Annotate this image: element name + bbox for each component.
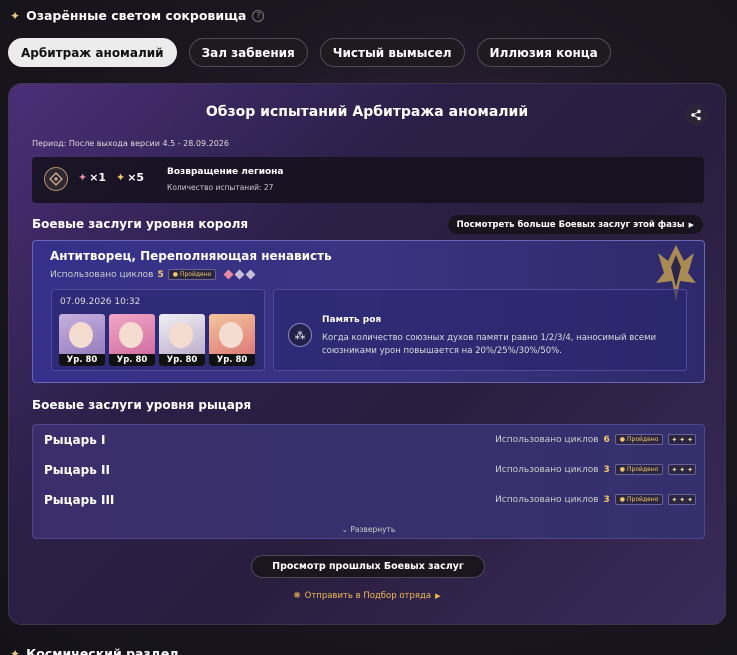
buff-info: ⁂ Память роя Когда количество союзных ду… <box>273 289 687 371</box>
character-avatar[interactable]: Ур. 80 <box>109 314 155 366</box>
star-rating: ✦ ✦ ✦ <box>668 494 696 505</box>
section-header: ✦ Озарённые светом сокровища ? <box>10 8 265 23</box>
crystal-icon: ✦ <box>78 171 88 184</box>
section-title: Озарённые светом сокровища <box>26 8 247 23</box>
character-avatar[interactable]: Ур. 80 <box>59 314 105 366</box>
send-to-team-builder-link[interactable]: ❋ Отправить в Подбор отряда ▶ <box>9 591 725 601</box>
diamond-icon <box>234 269 245 280</box>
clear-date: 07.09.2026 10:32 <box>60 297 141 307</box>
period-text: Период: После выхода версии 4.5 - 28.09.… <box>32 139 229 148</box>
knight-row[interactable]: Рыцарь I Использовано циклов 6 ● Пройдено… <box>33 425 704 454</box>
sparkle-icon: ✦ <box>10 646 21 655</box>
memory-swarm-icon: ⁂ <box>288 323 312 347</box>
share-icon <box>691 109 701 121</box>
star-rating: ✦ ✦ ✦ <box>668 434 696 445</box>
knight-merit-list: Рыцарь I Использовано циклов 6 ● Пройдено… <box>32 424 705 539</box>
check-icon: ● <box>172 271 178 278</box>
more-merits-button[interactable]: Посмотреть больше Боевых заслуг этой фаз… <box>447 215 703 234</box>
tab-apocalyptic-shadow[interactable]: Иллюзия конца <box>476 38 611 67</box>
star-icon: ✦ <box>116 171 126 184</box>
team-icon: ❋ <box>293 591 301 601</box>
team-lineup: 07.09.2026 10:32 Ур. 80 Ур. 80 Ур. 80 Ур… <box>51 289 265 371</box>
check-icon: ● <box>619 436 626 443</box>
boss-name: Антитворец, Переполняющая ненависть <box>50 249 332 263</box>
passed-badge: ● Пройдено <box>614 494 664 505</box>
chevron-down-icon: ⌄ <box>341 525 348 534</box>
check-icon: ● <box>619 496 626 503</box>
king-merit-card[interactable]: Антитворец, Переполняющая ненависть Испо… <box>32 240 705 383</box>
help-icon[interactable]: ? <box>252 9 265 22</box>
tab-hall-of-oblivion[interactable]: Зал забвения <box>188 38 308 67</box>
passed-badge: ● Пройдено <box>614 434 664 445</box>
king-section-title: Боевые заслуги уровня короля <box>32 217 249 231</box>
mode-tabs: Арбитраж аномалий Зал забвения Чистый вы… <box>8 38 611 67</box>
star-rating: ✦ ✦ ✦ <box>668 464 696 475</box>
check-icon: ● <box>619 466 626 473</box>
reward-badge-2: ✦ ×5 <box>116 171 145 184</box>
triangle-right-icon: ▶ <box>688 220 694 229</box>
diamond-icon <box>223 269 234 280</box>
legion-name: Возвращение легиона <box>167 167 284 177</box>
difficulty-diamonds <box>223 269 256 280</box>
diamond-icon <box>245 269 256 280</box>
expand-button[interactable]: ⌄ Развернуть <box>33 525 704 534</box>
character-avatar[interactable]: Ур. 80 <box>209 314 255 366</box>
share-button[interactable] <box>685 104 707 126</box>
buff-description: Когда количество союзных духов памяти ра… <box>322 333 657 356</box>
legion-info-bar: ✦ ×1 ✦ ×5 Возвращение легиона Количество… <box>32 157 704 203</box>
character-avatar[interactable]: Ур. 80 <box>159 314 205 366</box>
challenge-overview-panel: Обзор испытаний Арбитража аномалий Перио… <box>8 83 726 625</box>
passed-badge: ● Пройдено <box>167 269 217 280</box>
tab-pure-fiction[interactable]: Чистый вымысел <box>319 38 465 67</box>
knight-section-title: Боевые заслуги уровня рыцаря <box>32 398 252 412</box>
next-section-header: ✦ Космический раздел <box>10 646 178 655</box>
knight-row[interactable]: Рыцарь II Использовано циклов 3 ● Пройден… <box>33 455 704 484</box>
sparkle-icon: ✦ <box>10 8 21 23</box>
reward-badge-1: ✦ ×1 <box>78 171 107 184</box>
knight-row[interactable]: Рыцарь III Использовано циклов 3 ● Пройде… <box>33 485 704 514</box>
tab-anomaly-arbitration[interactable]: Арбитраж аномалий <box>8 38 177 67</box>
past-merits-button[interactable]: Просмотр прошлых Боевых заслуг <box>251 555 485 578</box>
triangle-right-icon: ▶ <box>435 592 441 600</box>
buff-name: Память роя <box>322 315 382 325</box>
king-cycles: Использовано циклов 5 ● Пройдено <box>50 269 256 280</box>
legion-emblem-icon <box>44 167 68 191</box>
passed-badge: ● Пройдено <box>614 464 664 475</box>
challenge-count: Количество испытаний: 27 <box>167 183 274 192</box>
panel-title: Обзор испытаний Арбитража аномалий <box>205 104 529 120</box>
